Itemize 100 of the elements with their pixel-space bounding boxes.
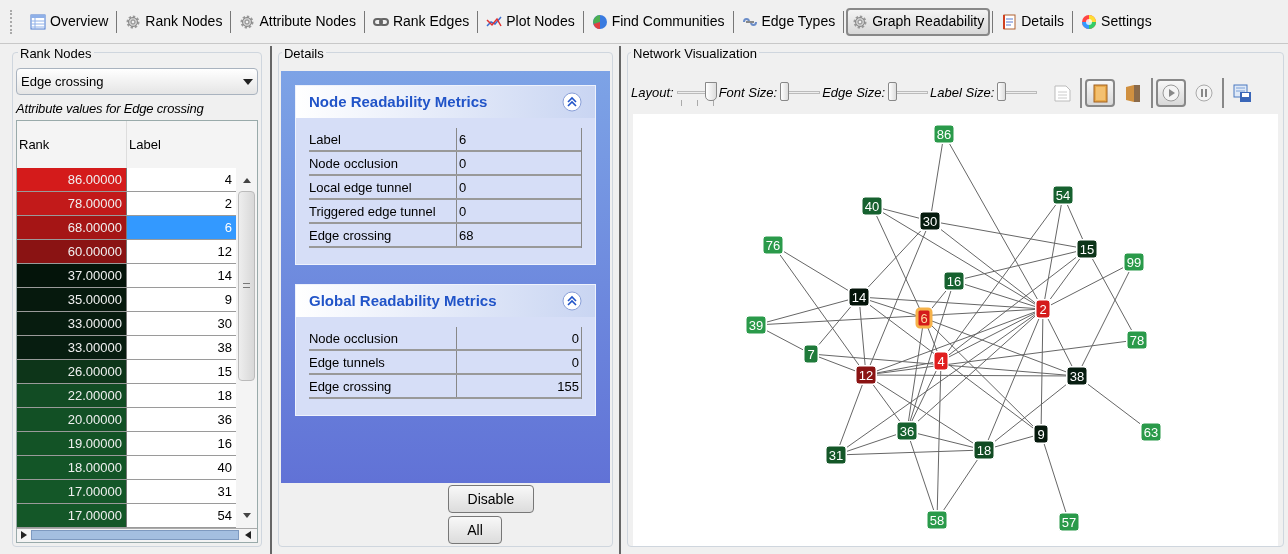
graph-node[interactable]: 16 [943,271,965,291]
table-cell: 22.00000 [17,383,127,407]
table-cell: 33.00000 [17,335,127,359]
slider-thumb[interactable] [888,81,898,101]
slider-thumb[interactable] [704,81,717,101]
table-cell-text: 0 [570,330,581,348]
graph-node[interactable]: 54 [1052,185,1074,205]
table-cell: Node occlusion [308,152,457,174]
card-title: Node Readability Metrics [308,91,488,112]
table-cell: 19.00000 [17,431,127,455]
scroll-right-icon[interactable] [21,531,27,539]
slider-label: Font Size: [718,83,778,102]
table-cell: 20.00000 [17,407,127,431]
graph-node[interactable]: 38 [1066,366,1088,386]
graph-node[interactable]: 18 [973,440,995,460]
graph-node[interactable]: 57 [1058,512,1080,532]
graph-node[interactable]: 40 [861,196,883,216]
table-cell: 68.00000 [17,215,127,239]
notebook-icon [1001,13,1018,30]
collapse-icon[interactable] [562,92,583,112]
scroll-thumb[interactable] [31,530,239,540]
graph-node[interactable]: 30 [919,211,941,231]
collapse-icon[interactable] [562,291,583,311]
column-header[interactable]: Rank [17,120,127,168]
table-cell: Edge crossing [308,224,457,246]
table-cell: 78.00000 [17,191,127,215]
table-cell-text: 0 [457,203,468,221]
graph-node[interactable]: 86 [933,124,955,144]
table-cell: 35.00000 [17,287,127,311]
graph-node[interactable]: 2 [1035,299,1051,319]
scroll-left-icon[interactable] [245,531,251,539]
table-cell: 33.00000 [17,311,127,335]
slider-label: Label Size: [930,83,995,102]
scroll-thumb[interactable] [238,190,255,381]
save-icon [1232,82,1253,103]
slider-label: Edge Size: [822,83,886,102]
table-cell: 60.00000 [17,239,127,263]
table-cell: Edge tunnels [308,351,457,373]
table-cell-text: 6 [457,131,468,149]
door-icon [1090,82,1111,103]
tool-button[interactable] [1085,78,1116,107]
toolbar-tab[interactable]: Rank Nodes [119,7,229,36]
page-icon [1052,82,1073,103]
tool-button[interactable] [1156,78,1187,107]
table-cell: Node occlusion [308,327,457,349]
graph-node[interactable]: 12 [855,365,877,385]
table-cell: Local edge tunnel [308,176,457,198]
graph-node[interactable]: 31 [825,445,847,465]
toolbar-tab[interactable]: Rank Edges [366,7,476,36]
action-button[interactable]: Disable [447,485,534,513]
slider-thumb[interactable] [997,81,1007,101]
slider-thumb[interactable] [780,81,790,101]
gear-icon [125,13,142,30]
card-title: Global Readability Metrics [308,290,497,311]
table-cell-text: 0 [570,354,581,372]
pie-icon [591,13,608,30]
scroll-up-icon[interactable] [242,177,251,183]
toolbar-tab[interactable]: Graph Readability [846,7,991,36]
table-cell: 86.00000 [17,167,127,191]
toolbar-tab[interactable]: Edge Types [735,7,842,36]
color-wheel-icon [1081,13,1098,30]
table-cell: Label [308,128,457,150]
table-icon [30,13,46,30]
table-cell: 17.00000 [17,479,127,503]
table-cell: Edge crossing [308,375,457,397]
graph-node[interactable]: 4 [933,351,949,371]
graph-node[interactable]: 36 [896,421,918,441]
graph-node[interactable]: 63 [1140,422,1162,442]
graph-canvas[interactable]: 86 40 30 54 76 15 99 16 39 14 6 2 7 12 4 38 78 31 36 18 9 63 58 57 [633,114,1278,546]
toolbar-tab[interactable]: Plot Nodes [480,7,581,36]
graph-node[interactable]: 9 [1033,424,1049,444]
table-cell-text: 0 [457,155,468,173]
table-cell: 26.00000 [17,359,127,383]
graph-node[interactable]: 58 [926,510,948,530]
table-cell: 17.00000 [17,503,127,527]
toolbar-tab[interactable]: Attribute Nodes [233,7,362,36]
toolbar-tab[interactable]: Details [995,7,1071,36]
table-caption: Attribute values for Edge crossing [16,100,205,118]
table-cell: 37.00000 [17,263,127,287]
graph-node[interactable]: 99 [1123,252,1145,272]
toolbar-tab[interactable]: Overview [24,7,115,36]
graph-node[interactable]: 39 [745,315,767,335]
attribute-dropdown[interactable]: Edge crossing [16,68,258,95]
graph-node[interactable]: 76 [762,235,784,255]
play-icon [1161,82,1182,103]
graph-node[interactable]: 78 [1126,330,1148,350]
pause-icon [1194,82,1215,103]
action-button[interactable]: All [447,516,502,544]
graph-node[interactable]: 14 [848,287,870,307]
table-cell: Triggered edge tunnel [308,200,457,222]
graph-node[interactable]: 7 [803,344,819,364]
column-header[interactable]: Label [127,120,235,168]
scroll-down-icon[interactable] [242,512,251,518]
slider-label: Layout: [631,83,674,102]
graph-node[interactable]: 6 [915,307,933,329]
toolbar-tab[interactable]: Find Communities [585,7,731,36]
gear-icon [239,13,256,30]
graph-node[interactable]: 15 [1076,239,1098,259]
vertical-scrollbar[interactable] [236,167,257,528]
toolbar-tab[interactable]: Settings [1075,7,1158,36]
